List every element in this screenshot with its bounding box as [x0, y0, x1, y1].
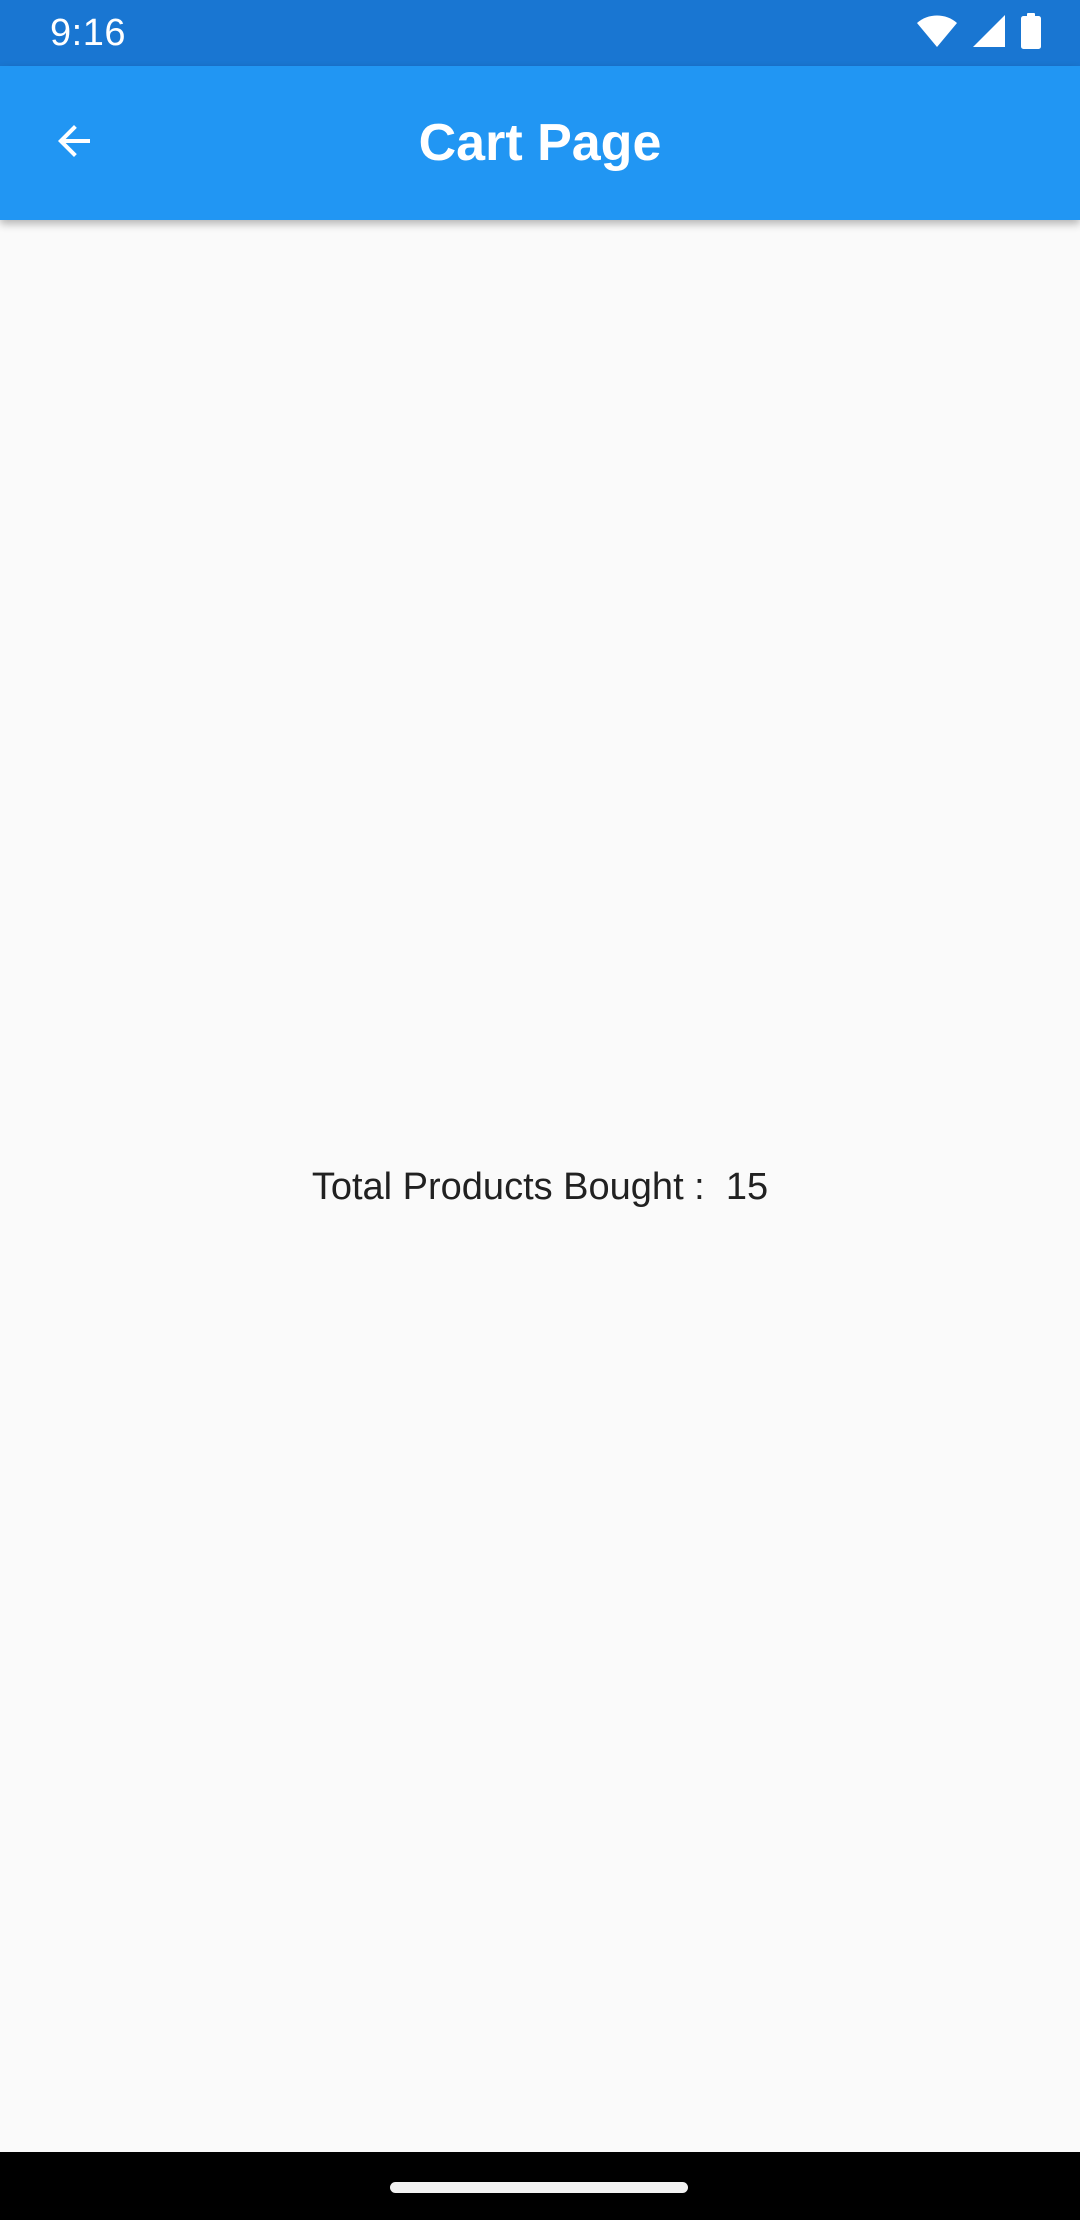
total-products-text: Total Products Bought : 15 — [0, 1163, 1080, 1211]
back-button[interactable] — [28, 97, 120, 189]
signal-icon — [972, 14, 1006, 53]
system-navigation-bar — [0, 2152, 1080, 2220]
battery-icon — [1020, 12, 1042, 54]
cart-screen: 9:16 Cart Page Total Products Bought: 1… — [0, 0, 1080, 2220]
app-bar: Cart Page — [0, 66, 1080, 220]
arrow-back-icon — [50, 117, 98, 170]
wifi-icon — [916, 14, 958, 53]
status-icons — [916, 12, 1042, 54]
total-products-label: Total Products Bought : — [311, 1166, 705, 1208]
status-time: 9:16 — [50, 12, 126, 54]
page-title: Cart Page — [418, 114, 662, 172]
status-bar: 9:16 — [0, 0, 1080, 66]
cart-content: Total Products Bought : 15 — [0, 220, 1080, 2152]
home-gesture-handle[interactable] — [390, 2182, 688, 2193]
total-products-value: 15 — [725, 1166, 769, 1208]
